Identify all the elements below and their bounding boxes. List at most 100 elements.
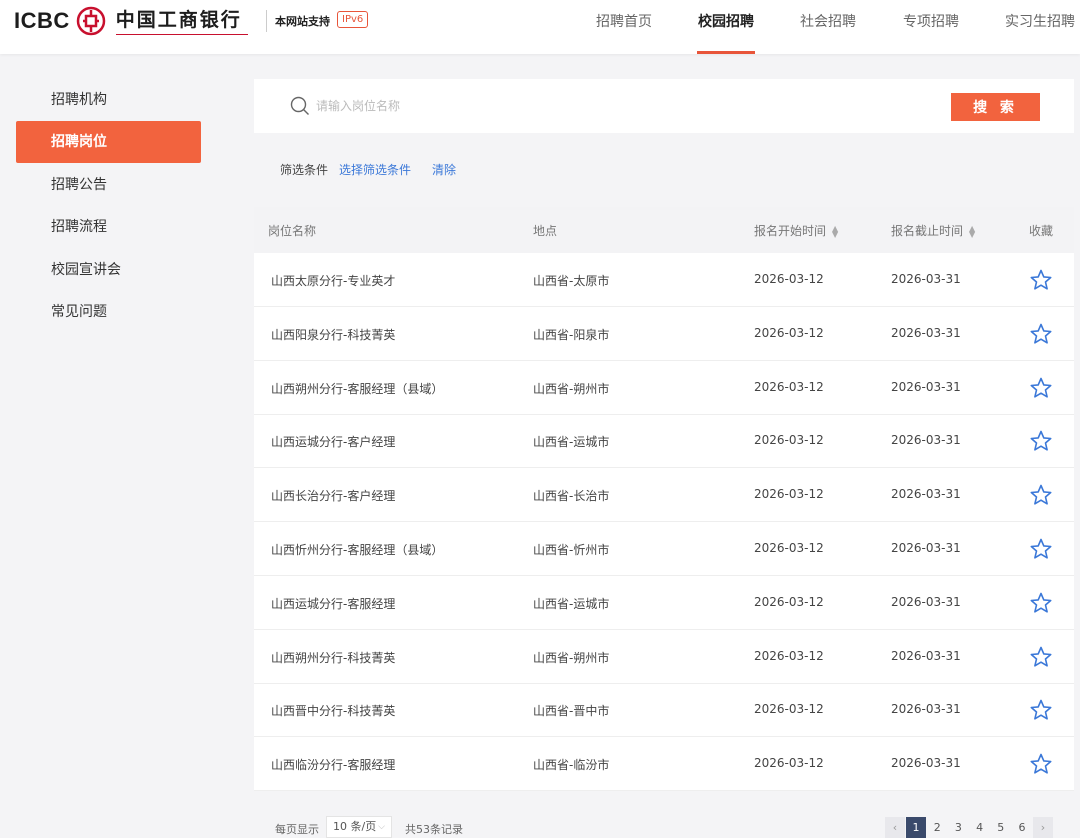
- row-title[interactable]: 山西晋中分行-科技菁英: [271, 702, 395, 719]
- per-page-select[interactable]: 10 条/页 ⌵: [326, 816, 392, 838]
- total-records: 共53条记录: [405, 823, 463, 836]
- search-input[interactable]: [316, 96, 736, 116]
- star-outline-icon[interactable]: [1029, 645, 1053, 669]
- select-filter-link[interactable]: 选择筛选条件: [339, 161, 411, 178]
- logo-underline: [115, 33, 248, 35]
- row-location: 山西省-晋中市: [533, 704, 610, 719]
- page-number[interactable]: 6: [1012, 817, 1032, 838]
- row-title[interactable]: 山西太原分行-专业英才: [271, 272, 395, 289]
- row-start-date: 2026-03-12: [754, 648, 824, 663]
- star-outline-icon[interactable]: [1029, 537, 1053, 561]
- ipv6-support-text: 本网站支持: [275, 15, 330, 28]
- search-icon: [290, 96, 309, 115]
- row-title[interactable]: 山西阳泉分行-科技菁英: [271, 326, 395, 343]
- page-number[interactable]: 3: [948, 817, 968, 838]
- row-location: 山西省-朔州市: [533, 650, 610, 665]
- table-row[interactable]: 山西晋中分行-科技菁英 山西省-晋中市 2026-03-12 2026-03-31: [254, 683, 1074, 738]
- row-end-date: 2026-03-31: [891, 594, 961, 609]
- row-start-date: 2026-03-12: [754, 272, 824, 286]
- logo-en-text: ICBC: [14, 8, 70, 33]
- table-row[interactable]: 山西运城分行-客户经理 山西省-运城市 2026-03-12 2026-03-31: [254, 414, 1074, 469]
- column-header-location: 地点: [533, 224, 558, 238]
- table-row[interactable]: 山西朔州分行-客服经理（县域） 山西省-朔州市 2026-03-12 2026-03-…: [254, 361, 1074, 415]
- sidebar-item-process[interactable]: 招聘流程: [16, 206, 201, 248]
- star-outline-icon[interactable]: [1029, 376, 1053, 400]
- row-end-date: 2026-03-31: [891, 272, 961, 286]
- page-number[interactable]: 2: [927, 817, 947, 838]
- row-title[interactable]: 山西长治分行-客户经理: [271, 487, 395, 504]
- nav-recruit-home[interactable]: 招聘首页: [596, 11, 652, 31]
- row-location: 山西省-临汾市: [533, 758, 610, 773]
- table-row[interactable]: 山西朔州分行-科技菁英 山西省-朔州市 2026-03-12 2026-03-31: [254, 630, 1074, 684]
- column-header-end-label: 报名截止时间: [891, 224, 964, 238]
- row-end-date: 2026-03-31: [891, 756, 961, 771]
- chevron-down-icon: ⌵: [378, 822, 385, 832]
- filter-label: 筛选条件: [280, 163, 329, 177]
- row-start-date: 2026-03-12: [754, 487, 824, 502]
- per-page-label: 每页显示: [275, 823, 319, 836]
- table-row[interactable]: 山西长治分行-客户经理 山西省-长治市 2026-03-12 2026-03-31: [254, 468, 1074, 523]
- column-header-end-time[interactable]: 报名截止时间 ▲ ▼: [891, 222, 975, 239]
- top-header: ICBC 中国工商银行 本网站支持 IPv6 招聘首页 校园招聘 社会招聘 专项…: [0, 0, 1080, 54]
- row-end-date: 2026-03-31: [891, 379, 961, 394]
- sidebar-item-announcements[interactable]: 招聘公告: [16, 164, 201, 206]
- sidebar-item-campus-talks[interactable]: 校园宣讲会: [16, 249, 201, 291]
- nav-social-recruit[interactable]: 社会招聘: [800, 11, 856, 31]
- row-start-date: 2026-03-12: [754, 702, 824, 717]
- row-title[interactable]: 山西临汾分行-客服经理: [271, 756, 395, 773]
- search-button[interactable]: 搜 索: [951, 93, 1040, 121]
- row-start-date: 2026-03-12: [754, 325, 824, 340]
- row-title[interactable]: 山西朔州分行-客服经理（县域）: [271, 380, 443, 397]
- nav-campus-recruit[interactable]: 校园招聘: [698, 11, 754, 31]
- row-location: 山西省-朔州市: [533, 381, 610, 396]
- row-end-date: 2026-03-31: [891, 325, 961, 340]
- sidebar-item-institutions[interactable]: 招聘机构: [16, 79, 201, 121]
- header-divider: [266, 10, 267, 32]
- logo-cn-block: 中国工商银行: [115, 8, 248, 35]
- row-location: 山西省-运城市: [533, 435, 610, 450]
- row-title[interactable]: 山西运城分行-客户经理: [271, 433, 395, 450]
- column-header-start-time[interactable]: 报名开始时间 ▲ ▼: [754, 222, 838, 239]
- nav-intern-recruit[interactable]: 实习生招聘: [1005, 11, 1075, 31]
- star-outline-icon[interactable]: [1029, 698, 1053, 722]
- row-end-date: 2026-03-31: [891, 648, 961, 663]
- table-row[interactable]: 山西临汾分行-客服经理 山西省-临汾市 2026-03-12 2026-03-31: [254, 737, 1074, 792]
- table-row[interactable]: 山西运城分行-客服经理 山西省-运城市 2026-03-12 2026-03-31: [254, 576, 1074, 630]
- table-row[interactable]: 山西阳泉分行-科技菁英 山西省-阳泉市 2026-03-12 2026-03-31: [254, 307, 1074, 361]
- sidebar-item-positions[interactable]: 招聘岗位: [16, 121, 201, 163]
- icbc-seal-icon: [76, 6, 106, 36]
- row-end-date: 2026-03-31: [891, 487, 961, 502]
- clear-filter-link[interactable]: 清除: [432, 161, 456, 178]
- star-outline-icon[interactable]: [1029, 483, 1053, 507]
- nav-special-recruit[interactable]: 专项招聘: [903, 11, 959, 31]
- row-end-date: 2026-03-31: [891, 702, 961, 717]
- column-header-title: 岗位名称: [268, 224, 317, 238]
- column-header-start-label: 报名开始时间: [754, 224, 827, 238]
- star-outline-icon[interactable]: [1029, 752, 1053, 776]
- row-location: 山西省-忻州市: [533, 543, 610, 557]
- table-row[interactable]: 山西忻州分行-客服经理（县域） 山西省-忻州市 2026-03-12 2026-03-…: [254, 522, 1074, 576]
- row-title[interactable]: 山西运城分行-客服经理: [271, 595, 395, 612]
- row-start-date: 2026-03-12: [754, 433, 824, 448]
- sort-icon[interactable]: ▲ ▼: [969, 224, 975, 238]
- star-outline-icon[interactable]: [1029, 591, 1053, 615]
- page-number[interactable]: 5: [991, 817, 1011, 838]
- icbc-logo[interactable]: ICBC 中国工商银行: [14, 6, 248, 36]
- star-outline-icon[interactable]: [1029, 322, 1053, 346]
- star-outline-icon[interactable]: [1029, 268, 1053, 292]
- column-header-favorite: 收藏: [1029, 224, 1054, 238]
- row-start-date: 2026-03-12: [754, 756, 824, 771]
- page-number[interactable]: 1: [906, 817, 926, 838]
- sidebar-item-faq[interactable]: 常见问题: [16, 291, 201, 333]
- sort-icon[interactable]: ▲ ▼: [832, 224, 838, 238]
- page-number[interactable]: 4: [970, 817, 990, 838]
- star-outline-icon[interactable]: [1029, 429, 1053, 453]
- chevron-right-icon[interactable]: ›: [1033, 817, 1053, 838]
- row-title[interactable]: 山西忻州分行-客服经理（县域）: [271, 541, 443, 558]
- row-start-date: 2026-03-12: [754, 594, 824, 609]
- table-row[interactable]: 山西太原分行-专业英才 山西省-太原市 2026-03-12 2026-03-31: [254, 253, 1074, 307]
- row-title[interactable]: 山西朔州分行-科技菁英: [271, 649, 395, 666]
- row-start-date: 2026-03-12: [754, 379, 824, 394]
- row-location: 山西省-太原市: [533, 274, 610, 288]
- chevron-left-icon[interactable]: ‹: [885, 817, 905, 838]
